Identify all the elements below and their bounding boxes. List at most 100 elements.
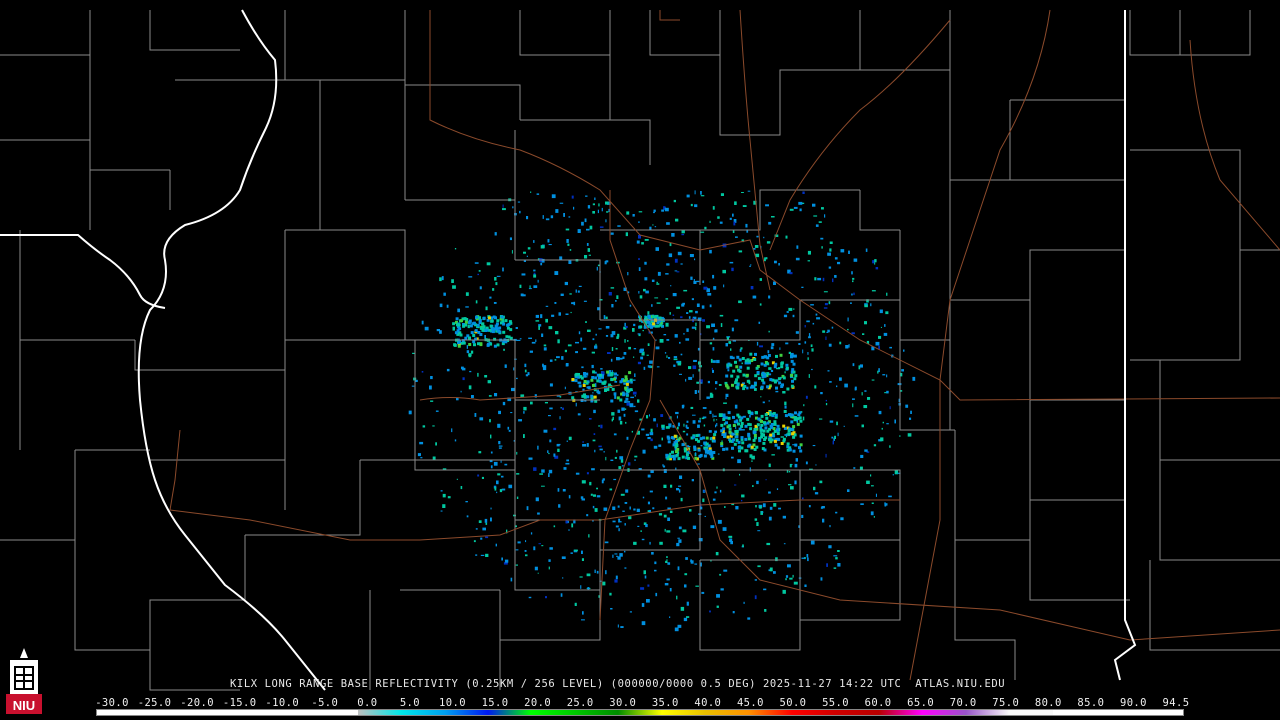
echo-pixel: [570, 552, 573, 554]
echo-pixel: [581, 550, 583, 554]
echo-pixel: [762, 441, 766, 445]
echo-pixel: [754, 579, 757, 581]
echo-pixel: [690, 406, 694, 409]
echo-pixel: [768, 221, 772, 225]
reflectivity-color-bar: [96, 709, 1184, 716]
echo-pixel: [811, 368, 813, 371]
echo-pixel: [560, 593, 563, 597]
echo-pixel: [490, 517, 492, 522]
echo-pixel: [571, 195, 574, 199]
echo-pixel: [761, 511, 764, 513]
echo-pixel: [610, 399, 614, 403]
echo-pixel: [555, 331, 559, 335]
echo-pixel: [462, 367, 466, 371]
echo-pixel: [705, 436, 709, 440]
echo-pixel: [589, 481, 592, 486]
echo-pixel: [747, 190, 751, 192]
echo-pixel: [439, 277, 442, 282]
echo-pixel: [673, 364, 676, 367]
echo-pixel: [581, 558, 584, 561]
echo-pixel: [732, 611, 735, 614]
echo-pixel: [812, 203, 816, 207]
echo-pixel: [661, 209, 664, 212]
echo-pixel: [732, 424, 736, 427]
echo-pixel: [794, 463, 798, 468]
echo-pixel: [517, 541, 521, 544]
echo-pixel: [875, 267, 879, 270]
echo-pixel: [761, 355, 765, 359]
echo-pixel: [709, 220, 711, 223]
echo-pixel: [594, 449, 596, 453]
echo-pixel: [862, 333, 865, 335]
echo-pixel: [533, 240, 535, 243]
echo-pixel: [663, 484, 667, 488]
echo-pixel: [732, 415, 735, 419]
echo-pixel: [779, 353, 783, 357]
echo-pixel: [458, 327, 462, 331]
echo-pixel: [462, 377, 465, 381]
echo-pixel: [667, 517, 670, 521]
echo-pixel: [753, 358, 757, 361]
echo-pixel: [788, 484, 792, 486]
echo-pixel: [697, 448, 701, 452]
echo-pixel: [837, 261, 841, 265]
echo-pixel: [611, 331, 616, 335]
echo-pixel: [647, 311, 650, 315]
echo-pixel: [694, 390, 697, 394]
echo-pixel: [836, 421, 838, 426]
echo-pixel: [615, 300, 617, 302]
reflectivity-echoes: [408, 190, 916, 632]
echo-pixel: [729, 217, 732, 220]
echo-pixel: [709, 342, 713, 345]
echo-pixel: [790, 420, 794, 424]
echo-pixel: [665, 560, 667, 563]
echo-pixel: [701, 417, 705, 420]
echo-pixel: [875, 493, 877, 497]
echo-pixel: [685, 424, 688, 428]
echo-pixel: [571, 523, 574, 528]
echo-pixel: [577, 413, 581, 416]
echo-pixel: [715, 387, 717, 390]
echo-pixel: [632, 379, 636, 381]
echo-pixel: [720, 442, 724, 446]
echo-pixel: [590, 378, 594, 382]
echo-pixel: [808, 336, 811, 339]
echo-pixel: [638, 221, 640, 223]
echo-pixel: [640, 530, 642, 532]
echo-pixel: [773, 420, 777, 424]
echo-pixel: [666, 355, 668, 358]
echo-pixel: [591, 376, 595, 379]
echo-pixel: [713, 418, 715, 422]
echo-pixel: [605, 456, 607, 461]
echo-pixel: [757, 530, 761, 532]
echo-pixel: [886, 390, 889, 394]
echo-pixel: [744, 437, 748, 441]
color-scale-labels: -30.0 -25.0 -20.0 -15.0 -10.0 -5.0 0.0 5.0 10.0 1…: [0, 697, 1280, 709]
echo-pixel: [466, 345, 468, 349]
echo-pixel: [626, 211, 630, 215]
echo-pixel: [592, 505, 595, 509]
color-swatch: [357, 710, 402, 715]
scale-label: 35.0: [651, 697, 679, 709]
color-swatch: [183, 710, 228, 715]
echo-pixel: [636, 240, 640, 244]
echo-pixel: [710, 394, 714, 398]
echo-pixel: [581, 394, 585, 398]
echo-pixel: [676, 488, 680, 491]
echo-pixel: [633, 323, 636, 327]
echo-pixel: [672, 293, 677, 297]
echo-pixel: [741, 429, 745, 431]
echo-pixel: [589, 418, 592, 420]
echo-pixel: [580, 585, 582, 589]
echo-pixel: [765, 479, 767, 481]
echo-pixel: [732, 213, 734, 217]
echo-pixel: [715, 419, 718, 421]
echo-pixel: [676, 542, 680, 547]
echo-pixel: [808, 505, 811, 508]
echo-pixel: [901, 369, 904, 372]
echo-pixel: [510, 412, 513, 414]
echo-pixel: [714, 329, 718, 333]
echo-pixel: [707, 293, 712, 296]
echo-pixel: [822, 518, 825, 523]
echo-pixel: [741, 357, 745, 360]
